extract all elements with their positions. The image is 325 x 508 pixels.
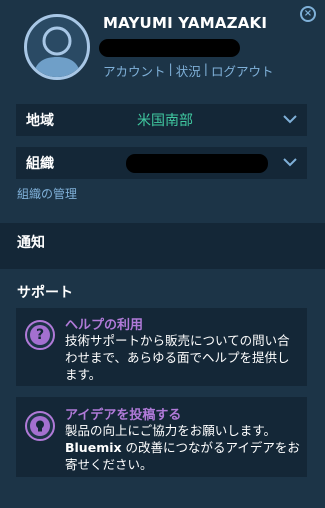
idea-card[interactable]: アイデアを投稿する 製品の向上にご協力をお願いします。Bluemix の改善につ…	[16, 397, 307, 477]
status-link[interactable]: 状況	[176, 61, 201, 80]
organization-label: 組織	[26, 156, 54, 172]
region-value: 米国南部	[137, 113, 193, 129]
manage-organization-link[interactable]: 組織の管理	[17, 185, 77, 202]
account-panel: × MAYUMI YAMAZAKI アカウント | 状況 | ログアウト 地域 …	[0, 0, 325, 508]
lightbulb-icon	[25, 411, 55, 441]
idea-body-prefix: 製品の向上にご協力をお願いします。	[65, 423, 277, 438]
user-silhouette-icon	[33, 26, 81, 77]
idea-body-product: Bluemix	[65, 440, 122, 455]
help-card-title: ヘルプの利用	[65, 318, 144, 333]
idea-card-body: 製品の向上にご協力をお願いします。Bluemix の改善につながるアイデアをお寄…	[65, 422, 301, 473]
avatar	[24, 14, 90, 80]
organization-selector[interactable]: 組織	[16, 147, 307, 179]
help-icon: ?	[25, 320, 55, 350]
close-icon[interactable]: ×	[300, 6, 316, 22]
chevron-down-icon[interactable]	[283, 155, 297, 169]
notifications-section[interactable]: 通知	[0, 223, 325, 269]
question-mark-glyph: ?	[30, 325, 50, 345]
user-name: MAYUMI YAMAZAKI	[103, 14, 268, 32]
support-title: サポート	[17, 285, 73, 301]
redacted-email	[99, 39, 240, 57]
help-card-body: 技術サポートから販売についての問い合わせまで、あらゆる面でヘルプを提供します。	[65, 333, 290, 382]
help-card[interactable]: ? ヘルプの利用 技術サポートから販売についての問い合わせまで、あらゆる面でヘル…	[16, 308, 307, 386]
redacted-organization	[126, 154, 268, 173]
idea-card-title: アイデアを投稿する	[65, 408, 182, 423]
chevron-down-icon[interactable]	[283, 112, 297, 126]
link-separator: |	[168, 61, 173, 76]
region-selector[interactable]: 地域 米国南部	[16, 104, 307, 136]
region-label: 地域	[26, 113, 54, 129]
lightbulb-glyph	[30, 416, 50, 436]
account-link[interactable]: アカウント	[103, 61, 166, 80]
link-separator: |	[203, 61, 208, 76]
notifications-title: 通知	[17, 235, 45, 251]
account-links: アカウント | 状況 | ログアウト	[103, 61, 273, 80]
logout-link[interactable]: ログアウト	[211, 61, 274, 80]
